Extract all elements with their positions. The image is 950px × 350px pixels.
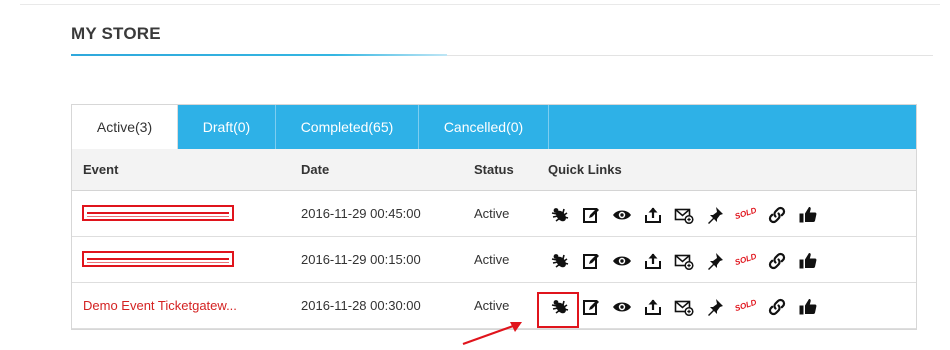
eye-icon[interactable] xyxy=(612,205,632,225)
table-row: Demo Event Nov 29 2016-11-29 00:15:00 Ac… xyxy=(72,237,916,283)
annotation-arrow xyxy=(462,322,522,346)
eye-icon[interactable] xyxy=(612,297,632,317)
eye-icon[interactable] xyxy=(612,251,632,271)
page-title: MY STORE xyxy=(71,24,161,43)
sold-icon[interactable]: SOLD xyxy=(733,297,758,322)
event-link[interactable]: Demo Event Ticketgatew... xyxy=(83,298,237,313)
top-divider xyxy=(20,4,940,5)
upload-icon[interactable] xyxy=(643,297,663,317)
tab-cancelled[interactable]: Cancelled(0) xyxy=(419,105,549,149)
status-tabs: Active(3) Draft(0) Completed(65) Cancell… xyxy=(72,105,916,149)
mail-settings-icon[interactable] xyxy=(674,251,694,271)
event-status: Active xyxy=(474,206,510,221)
thumbs-up-icon[interactable] xyxy=(798,251,818,271)
link-icon[interactable] xyxy=(767,205,787,225)
thumbs-up-icon[interactable] xyxy=(798,205,818,225)
upload-icon[interactable] xyxy=(643,205,663,225)
header-event: Event xyxy=(83,162,119,177)
redaction-box xyxy=(82,205,234,221)
link-icon[interactable] xyxy=(767,297,787,317)
event-status: Active xyxy=(474,298,510,313)
bug-icon[interactable] xyxy=(550,205,570,225)
event-date: 2016-11-29 00:15:00 xyxy=(301,252,421,267)
thumbs-up-icon[interactable] xyxy=(798,297,818,317)
events-panel: Active(3) Draft(0) Completed(65) Cancell… xyxy=(71,104,917,330)
mail-settings-icon[interactable] xyxy=(674,297,694,317)
event-date: 2016-11-29 00:45:00 xyxy=(301,206,421,221)
table-row: Demo Event Reserve te... 2016-11-29 00:4… xyxy=(72,191,916,237)
tab-active[interactable]: Active(3) xyxy=(72,105,178,149)
redaction-box xyxy=(82,251,234,267)
edit-icon[interactable] xyxy=(581,251,601,271)
mail-settings-icon[interactable] xyxy=(674,205,694,225)
link-icon[interactable] xyxy=(767,251,787,271)
header-quick-links: Quick Links xyxy=(548,162,622,177)
bug-icon[interactable] xyxy=(550,251,570,271)
sold-icon[interactable]: SOLD xyxy=(733,251,758,276)
table-header: Event Date Status Quick Links xyxy=(72,149,916,191)
annotation-highlight-box xyxy=(537,292,579,328)
tab-completed[interactable]: Completed(65) xyxy=(276,105,419,149)
event-status: Active xyxy=(474,252,510,267)
edit-icon[interactable] xyxy=(581,205,601,225)
sold-icon[interactable]: SOLD xyxy=(733,205,758,230)
upload-icon[interactable] xyxy=(643,251,663,271)
header-date: Date xyxy=(301,162,330,177)
pin-icon[interactable] xyxy=(705,205,725,225)
tab-draft[interactable]: Draft(0) xyxy=(178,105,276,149)
pin-icon[interactable] xyxy=(705,251,725,271)
pin-icon[interactable] xyxy=(705,297,725,317)
edit-icon[interactable] xyxy=(581,297,601,317)
title-accent-bar xyxy=(71,54,447,56)
header-status: Status xyxy=(474,162,514,177)
event-date: 2016-11-28 00:30:00 xyxy=(301,298,421,313)
